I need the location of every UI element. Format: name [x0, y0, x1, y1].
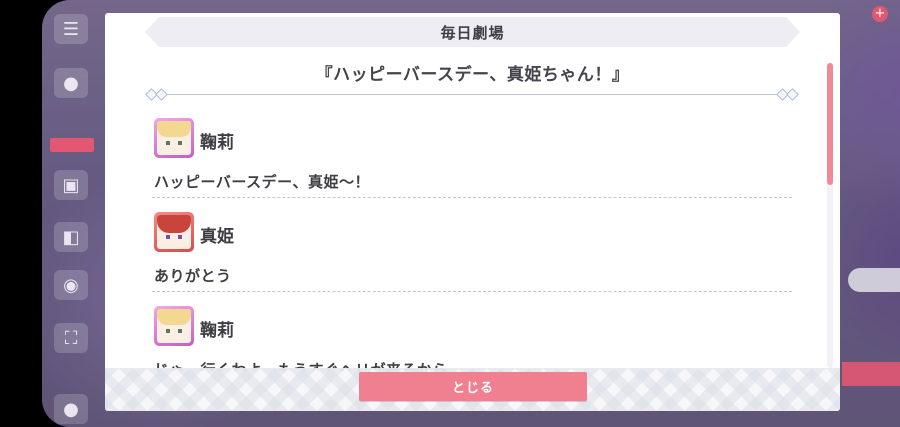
speaker-name: 真姫 — [200, 227, 234, 247]
scrollbar-thumb[interactable] — [827, 63, 833, 185]
divider-diamond-right — [786, 88, 799, 101]
maki-avatar — [154, 212, 194, 252]
close-button[interactable]: とじる — [359, 372, 587, 401]
hud-pill-button[interactable] — [848, 268, 900, 292]
daily-theater-dialog: 毎日劇場 『ハッピーバースデー、真姫ちゃん！』 鞠莉 ハッピーバースデー、真姫〜… — [105, 13, 840, 411]
hud-event-banner[interactable] — [842, 362, 900, 386]
mari-avatar — [154, 306, 194, 346]
dialog-line: ありがとう — [154, 267, 232, 285]
dialog-title: 毎日劇場 — [440, 23, 505, 42]
gift-icon[interactable]: ▣ — [54, 170, 88, 200]
camera-icon[interactable]: ◉ — [54, 270, 88, 300]
dialog-header: 毎日劇場 — [145, 17, 800, 47]
present-icon[interactable]: ◧ — [54, 222, 88, 252]
plus-icon[interactable]: + — [872, 6, 888, 22]
dialog-entry: 真姫 ありがとう — [152, 207, 792, 301]
dialog-line: ハッピーバースデー、真姫〜！ — [154, 173, 370, 191]
dialog-separator — [152, 197, 792, 198]
menu-icon[interactable]: ☰ — [54, 14, 88, 44]
right-hud: + — [840, 0, 900, 427]
dialog-entry: 鞠莉 じゃ、行くわよ。もうすぐヘリが来るから — [152, 301, 792, 371]
mari-avatar — [154, 118, 194, 158]
speaker-name: 鞠莉 — [200, 321, 234, 341]
speaker-name: 鞠莉 — [200, 133, 234, 153]
dialog-separator — [152, 291, 792, 292]
dialog-entry: 鞠莉 ハッピーバースデー、真姫〜！ — [152, 113, 792, 207]
side-menu: ☰ ● ▣ ◧ ◉ ⛶ ● — [50, 8, 94, 424]
story-title: 『ハッピーバースデー、真姫ちゃん！』 — [315, 65, 630, 85]
scrollbar[interactable] — [827, 63, 833, 368]
fullscreen-icon[interactable]: ⛶ — [54, 323, 88, 353]
divider-diamond-left-2 — [155, 88, 168, 101]
title-divider — [145, 88, 799, 101]
event-badge[interactable] — [50, 138, 94, 152]
user-icon[interactable]: ● — [54, 394, 88, 424]
dialog-list[interactable]: 鞠莉 ハッピーバースデー、真姫〜！ 真姫 ありがとう 鞠莉 じゃ、行くわよ。もう… — [152, 113, 792, 371]
chat-icon[interactable]: ● — [54, 68, 88, 98]
